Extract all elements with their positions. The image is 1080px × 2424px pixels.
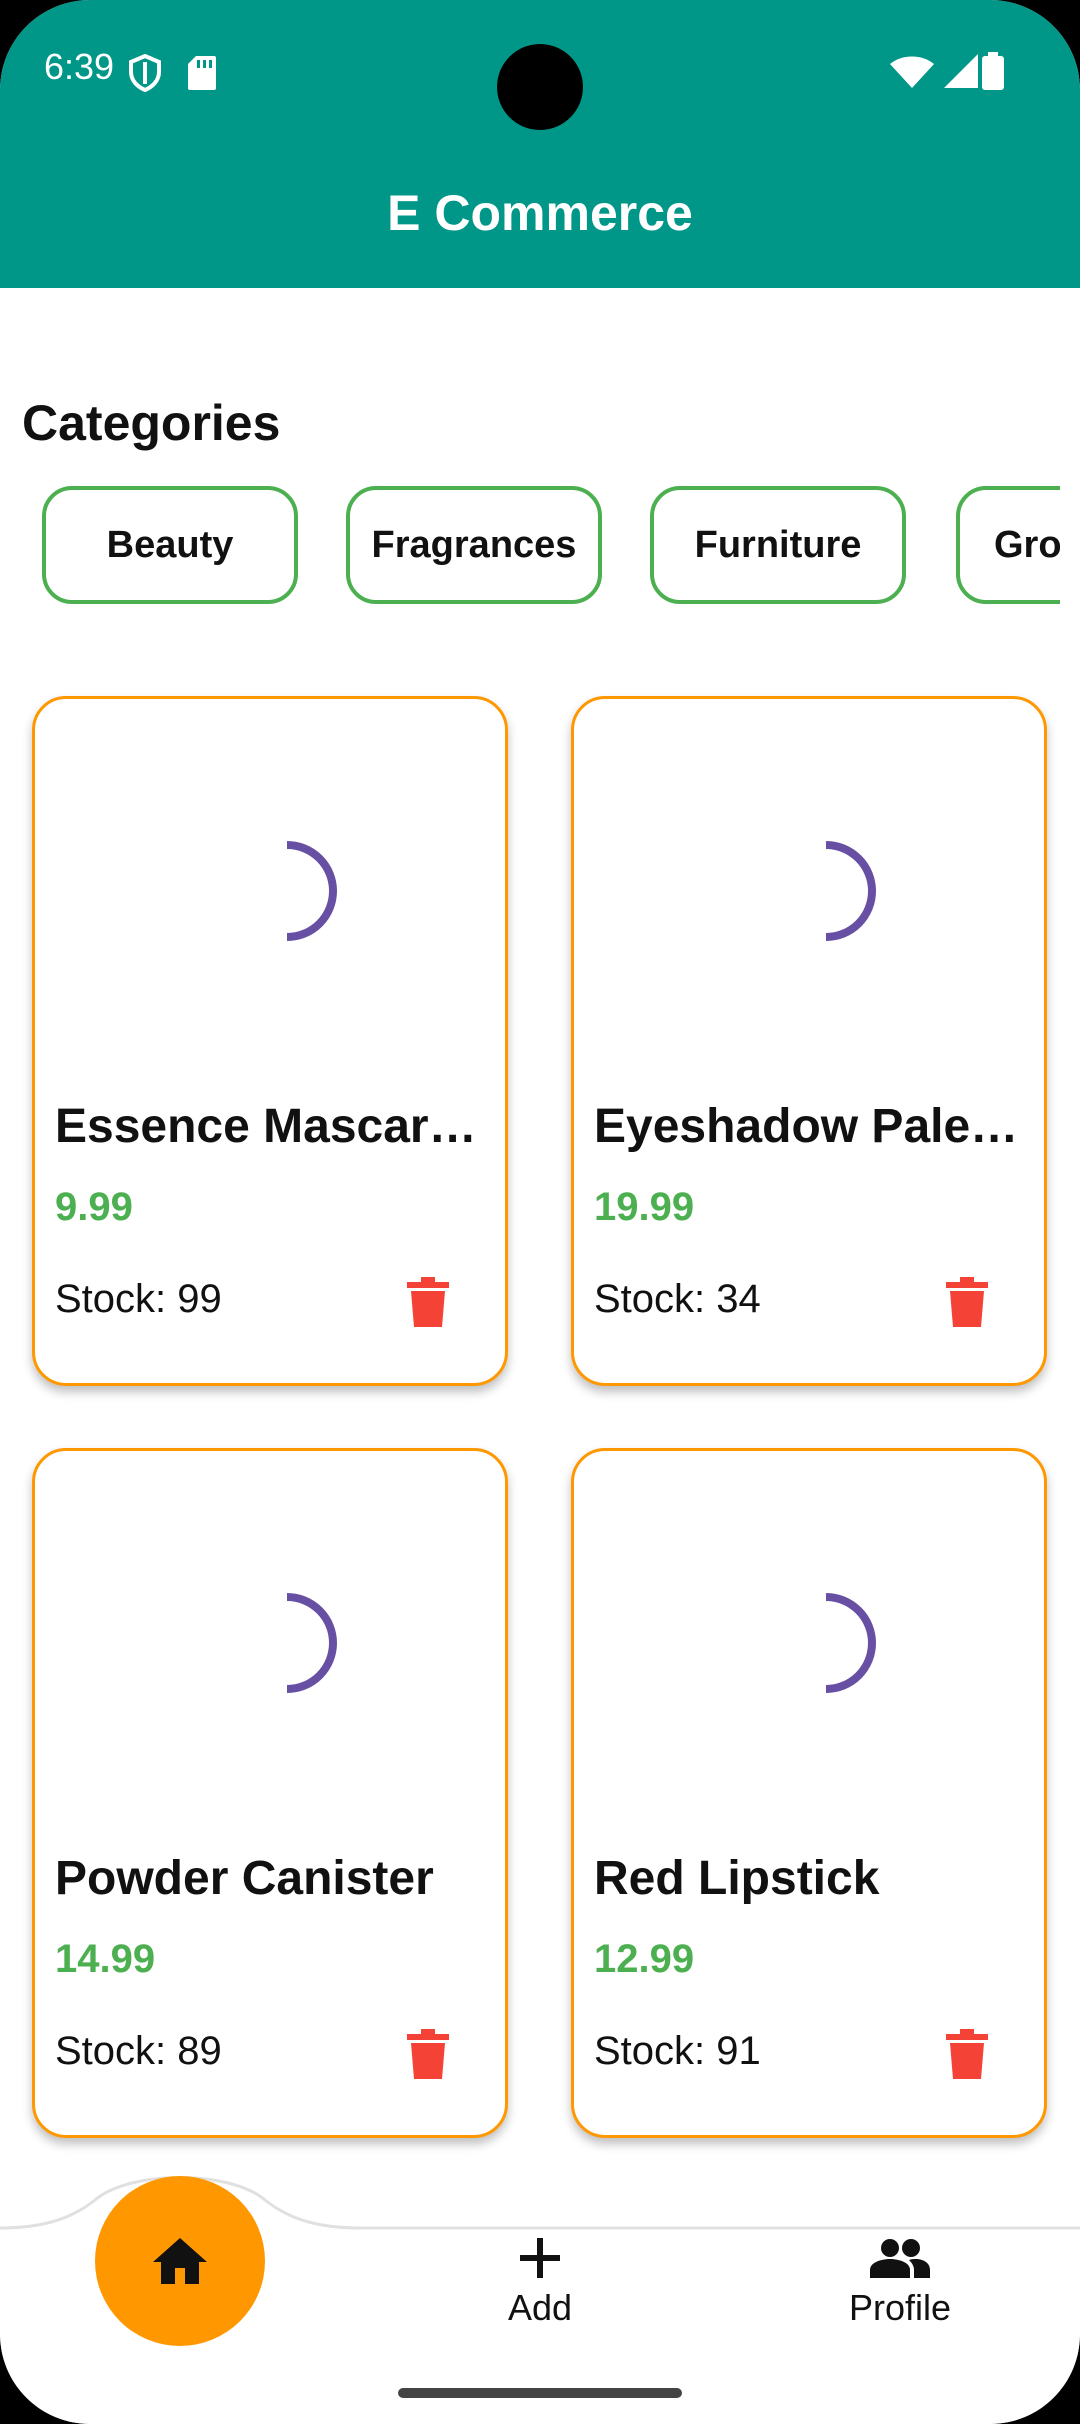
product-name: Essence Mascara … [55,1100,495,1153]
category-chip-list[interactable]: Beauty Fragrances Furniture Gro [0,482,1060,622]
product-card[interactable]: Red Lipstick 12.99 Stock: 91 [571,1448,1047,2138]
status-time: 6:39 [44,46,115,87]
product-stock: Stock: 34 [594,1277,761,1321]
home-indicator[interactable] [398,2388,682,2398]
delete-icon[interactable] [946,2029,988,2079]
delete-icon[interactable] [946,1277,988,1327]
app-bar: 6:39 E Commerce [0,0,1080,288]
app-screen: 6:39 E Commerce Categories Beauty Fragra… [0,0,1080,2424]
product-card[interactable]: Powder Canister 14.99 Stock: 89 [32,1448,508,2138]
loading-spinner-icon [825,841,876,941]
app-title: E Commerce [387,185,693,241]
product-name: Eyeshadow Palett… [594,1100,1034,1153]
nav-home-button[interactable] [95,2176,265,2346]
category-chip-beauty[interactable]: Beauty [42,486,298,604]
sd-card-icon [188,56,216,90]
delete-icon[interactable] [407,1277,449,1327]
home-icon [153,2238,207,2284]
wifi-icon [890,56,934,88]
nav-add-label: Add [507,2287,573,2328]
product-price: 19.99 [594,1185,695,1229]
nav-add-button[interactable]: Add [440,2238,640,2329]
category-chip-fragrances[interactable]: Fragrances [346,486,602,604]
status-bar: 6:39 [0,0,1080,140]
people-icon [870,2239,930,2278]
product-card[interactable]: Essence Mascara … 9.99 Stock: 99 [32,696,508,1386]
nav-profile-label: Profile [848,2287,952,2328]
product-stock: Stock: 99 [55,1277,222,1321]
product-stock: Stock: 91 [594,2029,761,2073]
delete-icon[interactable] [407,2029,449,2079]
product-stock: Stock: 89 [55,2029,222,2073]
product-card[interactable]: Eyeshadow Palett… 19.99 Stock: 34 [571,696,1047,1386]
product-name: Red Lipstick [594,1852,880,1905]
camera-cutout [497,44,583,130]
battery-icon [982,52,1004,90]
categories-heading: Categories [22,395,281,451]
product-price: 12.99 [594,1937,695,1981]
nav-profile-button[interactable]: Profile [800,2238,1000,2329]
loading-spinner-icon [286,1593,337,1693]
product-name: Powder Canister [55,1852,434,1905]
product-price: 14.99 [55,1937,156,1981]
signal-icon [944,54,978,88]
loading-spinner-icon [286,841,337,941]
product-price: 9.99 [55,1185,133,1229]
category-chip-furniture[interactable]: Furniture [650,486,906,604]
loading-spinner-icon [825,1593,876,1693]
shield-icon [129,54,161,92]
plus-icon [520,2238,560,2278]
category-chip-groceries[interactable]: Gro [956,486,1060,604]
